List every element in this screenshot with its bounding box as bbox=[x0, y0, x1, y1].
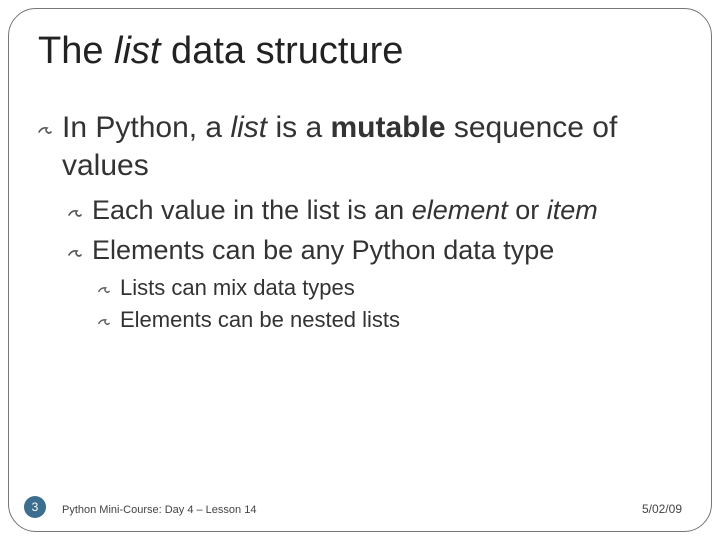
title-italic: list bbox=[114, 30, 160, 72]
bullet-level2: Elements can be any Python data type bbox=[68, 234, 682, 268]
title-post: data structure bbox=[161, 30, 404, 72]
title-pre: The bbox=[38, 30, 114, 72]
b1-mid: is a bbox=[267, 111, 330, 144]
bullet-level3: Elements can be nested lists bbox=[98, 306, 682, 335]
b1-italic: list bbox=[230, 111, 267, 144]
slide-title: The list data structure bbox=[38, 30, 682, 73]
footer: 3 Python Mini-Course: Day 4 – Lesson 14 … bbox=[0, 496, 720, 520]
bullet-level1: In Python, a list is a mutable sequence … bbox=[38, 109, 682, 184]
b3b: Elements can be nested lists bbox=[120, 307, 400, 332]
b1-bold: mutable bbox=[330, 111, 445, 144]
bullet-level3: Lists can mix data types bbox=[98, 274, 682, 303]
b2a-it2: item bbox=[547, 195, 598, 225]
b2a-pre: Each value in the list is an bbox=[92, 195, 412, 225]
date-label: 5/02/09 bbox=[642, 502, 682, 516]
b3a: Lists can mix data types bbox=[120, 275, 355, 300]
b1-pre: In Python, a bbox=[62, 111, 230, 144]
b2a-it1: element bbox=[412, 195, 508, 225]
slide-content: The list data structure In Python, a lis… bbox=[38, 30, 682, 339]
page-number-badge: 3 bbox=[24, 496, 46, 518]
b2a-mid: or bbox=[508, 195, 547, 225]
bullet-level2: Each value in the list is an element or … bbox=[68, 194, 682, 228]
course-label: Python Mini-Course: Day 4 – Lesson 14 bbox=[62, 504, 256, 516]
b2b: Elements can be any Python data type bbox=[92, 235, 554, 265]
